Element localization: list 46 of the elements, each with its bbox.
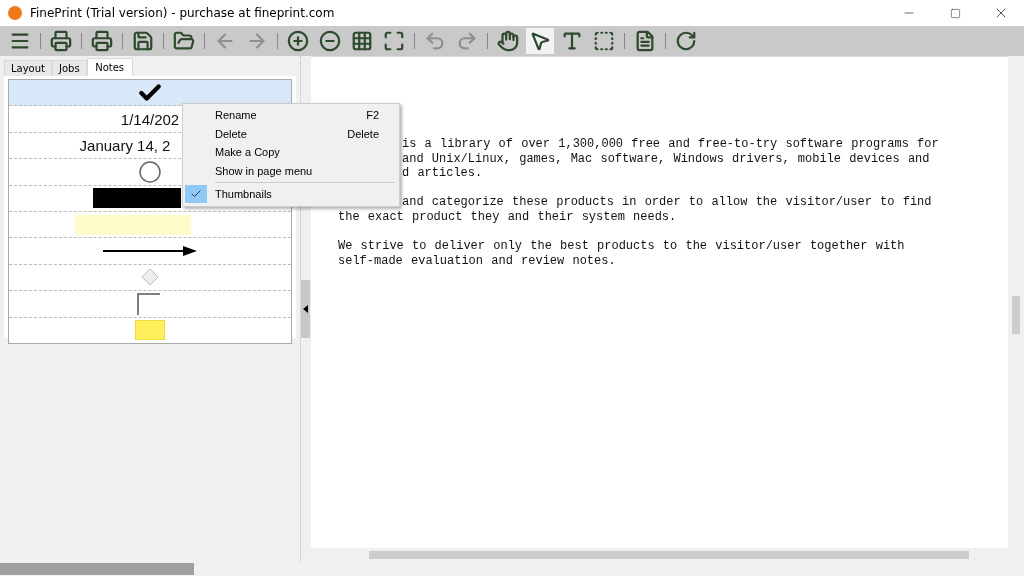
maximize-icon	[949, 7, 961, 19]
panel-tab[interactable]: Jobs	[52, 60, 87, 76]
note-thumbnail[interactable]	[9, 317, 291, 343]
pointer-icon	[529, 30, 551, 52]
document-text: and Unix/Linux, games, Mac software, Windows drivers, mobile devices and	[402, 151, 930, 166]
printer-icon	[91, 30, 113, 52]
horizontal-scrollbar[interactable]	[311, 548, 1024, 562]
diamond-icon	[141, 268, 159, 287]
fit-page-icon	[383, 30, 405, 52]
grid-icon	[351, 30, 373, 52]
panel-tab[interactable]: Layout	[4, 60, 52, 76]
note-thumbnail[interactable]	[9, 291, 291, 318]
document-text: the exact product they and their system needs.	[338, 209, 677, 224]
left-triangle-icon	[303, 305, 308, 313]
document-text: and categorize these products in order to allow the visitor/user to find	[402, 195, 932, 210]
bottom-scrollbar[interactable]	[0, 562, 1024, 576]
document-text: is a library of over 1,300,000 free and free-to-try software programs for	[402, 137, 939, 151]
toolbar-button[interactable]	[526, 28, 554, 54]
hand-icon	[497, 30, 519, 52]
menu-item[interactable]: Thumbnails	[183, 185, 399, 204]
collapse-handle[interactable]	[301, 280, 310, 338]
undo-icon	[424, 30, 446, 52]
document-text: We strive to deliver only the best products to the visitor/user together with	[338, 239, 905, 254]
document-text: d articles.	[402, 166, 483, 181]
note-text: January 14, 2	[79, 136, 171, 154]
circle-icon	[138, 159, 162, 184]
note-text: 1/14/202	[120, 110, 180, 128]
menu-icon	[9, 30, 31, 52]
folder-icon	[173, 30, 195, 52]
menu-item[interactable]: Show in page menu	[183, 161, 399, 180]
dashed-selection-icon	[593, 30, 615, 52]
zoom-out-icon	[319, 30, 341, 52]
app-logo-icon	[8, 6, 22, 20]
document-text: self-made evaluation and review notes.	[338, 253, 616, 268]
document-icon	[634, 30, 656, 52]
corner-line-icon	[137, 292, 161, 315]
sticky-note-icon	[135, 320, 165, 341]
panel-tab[interactable]: Notes	[86, 58, 133, 76]
printer-icon	[50, 30, 72, 52]
note-thumbnail[interactable]	[9, 80, 291, 107]
text-tool-icon	[561, 30, 583, 52]
refresh-icon	[675, 30, 697, 52]
zoom-in-icon	[287, 30, 309, 52]
vertical-scrollbar[interactable]	[1008, 56, 1024, 548]
window-title: FinePrint (Trial version) - purchase at fineprint.com	[30, 6, 336, 20]
redo-icon	[456, 30, 478, 52]
